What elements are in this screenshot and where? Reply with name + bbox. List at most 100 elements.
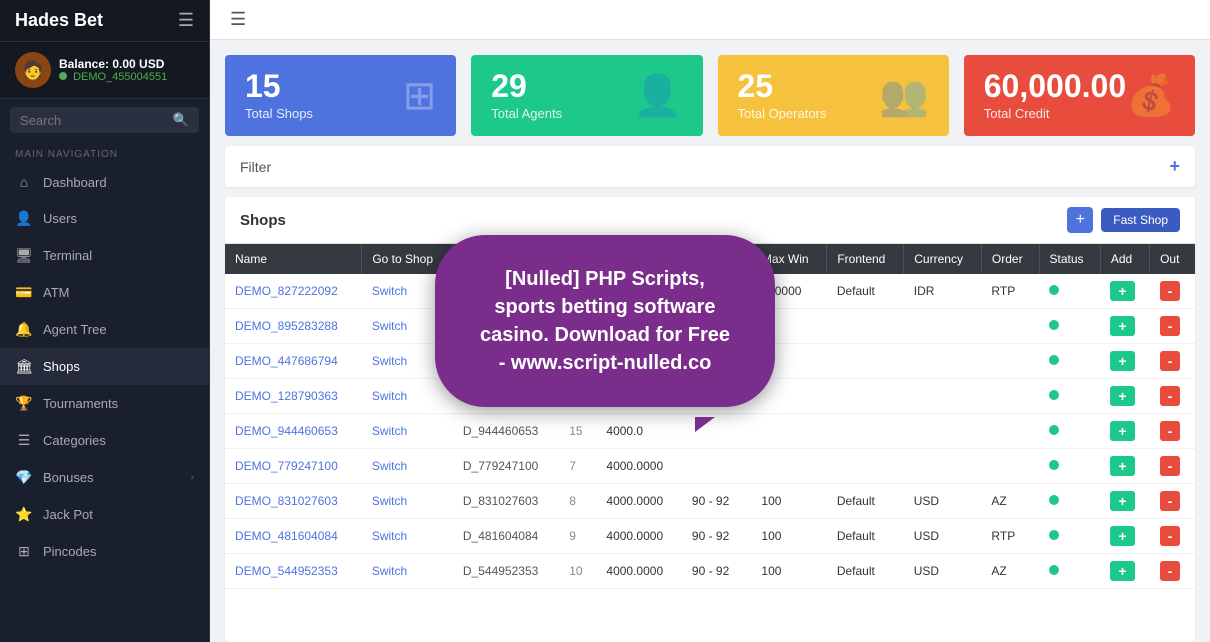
add-button[interactable]: + (1110, 491, 1134, 511)
sidebar-item-atm[interactable]: 💳 ATM (0, 274, 209, 311)
out-button[interactable]: - (1160, 526, 1181, 546)
stat-info: 29 Total Agents (491, 70, 562, 121)
cell-add[interactable]: + (1100, 309, 1149, 344)
user-info: Balance: 0.00 USD DEMO_455004551 (59, 57, 167, 83)
cell-go-to-shop[interactable]: Switch (362, 449, 453, 484)
cell-credit: 4000.000 (596, 344, 682, 379)
cell-go-to-shop[interactable]: Switch (362, 344, 453, 379)
sidebar-item-users[interactable]: 👤 Users (0, 200, 209, 237)
cell-name[interactable]: DEMO_779247100 (225, 449, 362, 484)
cell-go-to-shop[interactable]: Switch (362, 414, 453, 449)
search-input[interactable] (20, 113, 167, 128)
cell-out[interactable]: - (1150, 379, 1195, 414)
cell-go-to-shop[interactable]: Switch (362, 519, 453, 554)
sidebar-header: Hades Bet ☰ (0, 0, 209, 42)
add-button[interactable]: + (1110, 561, 1134, 581)
sidebar-item-label: Categories (43, 433, 194, 448)
sidebar-item-tournaments[interactable]: 🏆 Tournaments (0, 385, 209, 422)
cell-currency: USD (904, 554, 982, 589)
stat-label: Total Credit (984, 106, 1126, 121)
cell-add[interactable]: + (1100, 554, 1149, 589)
cell-out[interactable]: - (1150, 344, 1195, 379)
sidebar-item-label: Pincodes (43, 544, 194, 559)
cell-add[interactable]: + (1100, 449, 1149, 484)
cell-name[interactable]: DEMO_895283288 (225, 309, 362, 344)
filter-plus-button[interactable]: + (1169, 156, 1180, 177)
cell-out[interactable]: - (1150, 519, 1195, 554)
cell-name[interactable]: DEMO_944460653 (225, 414, 362, 449)
cell-max-win: 100 (751, 519, 826, 554)
cell-go-to-shop[interactable]: Switch (362, 309, 453, 344)
search-bar[interactable]: 🔍 (10, 107, 199, 133)
col-operator: Operator (453, 244, 559, 274)
cell-operator: D_128790363 (453, 379, 559, 414)
add-button[interactable]: + (1110, 456, 1134, 476)
cell-credit: 4000.0000 (596, 519, 682, 554)
cell-out[interactable]: - (1150, 449, 1195, 484)
col-order: Order (981, 244, 1039, 274)
bonuses-icon: 💎 (15, 469, 33, 486)
add-button[interactable]: + (1110, 281, 1134, 301)
sidebar-item-dashboard[interactable]: ⌂ Dashboard (0, 164, 209, 200)
cell-add[interactable]: + (1100, 379, 1149, 414)
cell-out[interactable]: - (1150, 484, 1195, 519)
sidebar-item-agent-tree[interactable]: 🔔 Agent Tree (0, 311, 209, 348)
cell-add[interactable]: + (1100, 274, 1149, 309)
cell-name[interactable]: DEMO_827222092 (225, 274, 362, 309)
cell-add[interactable]: + (1100, 414, 1149, 449)
cell-go-to-shop[interactable]: Switch (362, 484, 453, 519)
cell-order (981, 309, 1039, 344)
cell-name[interactable]: DEMO_447686794 (225, 344, 362, 379)
cell-credit: 4000.0000 (596, 274, 682, 309)
sidebar-item-label: Terminal (43, 248, 194, 263)
cell-operator: D_944460653 (453, 414, 559, 449)
cell-id: 7 (559, 449, 596, 484)
cell-add[interactable]: + (1100, 344, 1149, 379)
cell-currency (904, 309, 982, 344)
cell-go-to-shop[interactable]: Switch (362, 554, 453, 589)
stat-number: 29 (491, 70, 562, 102)
add-button[interactable]: + (1110, 386, 1134, 406)
sidebar-hamburger-icon[interactable]: ☰ (178, 10, 194, 31)
sidebar-item-shops[interactable]: 🏛 Shops (0, 348, 209, 385)
cell-go-to-shop[interactable]: Switch (362, 379, 453, 414)
add-shop-button[interactable]: + (1067, 207, 1093, 233)
out-button[interactable]: - (1160, 281, 1181, 301)
topbar-hamburger-icon[interactable]: ☰ (230, 9, 246, 30)
cell-add[interactable]: + (1100, 519, 1149, 554)
topbar: ☰ (210, 0, 1210, 40)
cell-out[interactable]: - (1150, 414, 1195, 449)
filter-bar: Filter + (225, 146, 1195, 187)
cell-out[interactable]: - (1150, 274, 1195, 309)
cell-out[interactable]: - (1150, 554, 1195, 589)
add-button[interactable]: + (1110, 316, 1134, 336)
fast-shop-button[interactable]: Fast Shop (1101, 208, 1180, 232)
sidebar-item-categories[interactable]: ☰ Categories (0, 422, 209, 459)
cell-name[interactable]: DEMO_481604084 (225, 519, 362, 554)
cell-out[interactable]: - (1150, 309, 1195, 344)
out-button[interactable]: - (1160, 351, 1181, 371)
stats-row: 15 Total Shops ⊞ 29 Total Agents 👤 25 To… (210, 40, 1210, 146)
cell-name[interactable]: DEMO_128790363 (225, 379, 362, 414)
add-button[interactable]: + (1110, 526, 1134, 546)
out-button[interactable]: - (1160, 456, 1181, 476)
dashboard-icon: ⌂ (15, 174, 33, 190)
add-button[interactable]: + (1110, 351, 1134, 371)
out-button[interactable]: - (1160, 491, 1181, 511)
add-button[interactable]: + (1110, 421, 1134, 441)
out-button[interactable]: - (1160, 386, 1181, 406)
cell-go-to-shop[interactable]: Switch (362, 274, 453, 309)
out-button[interactable]: - (1160, 561, 1181, 581)
col-max-win: Max Win (751, 244, 826, 274)
cell-id: 4 (559, 309, 596, 344)
sidebar-item-jackpot[interactable]: ⭐ Jack Pot (0, 496, 209, 533)
out-button[interactable]: - (1160, 421, 1181, 441)
cell-order: AZ (981, 484, 1039, 519)
out-button[interactable]: - (1160, 316, 1181, 336)
sidebar-item-pincodes[interactable]: ⊞ Pincodes (0, 533, 209, 570)
cell-name[interactable]: DEMO_544952353 (225, 554, 362, 589)
sidebar-item-bonuses[interactable]: 💎 Bonuses › (0, 459, 209, 496)
cell-add[interactable]: + (1100, 484, 1149, 519)
cell-name[interactable]: DEMO_831027603 (225, 484, 362, 519)
sidebar-item-terminal[interactable]: 🖥 Terminal (0, 237, 209, 274)
